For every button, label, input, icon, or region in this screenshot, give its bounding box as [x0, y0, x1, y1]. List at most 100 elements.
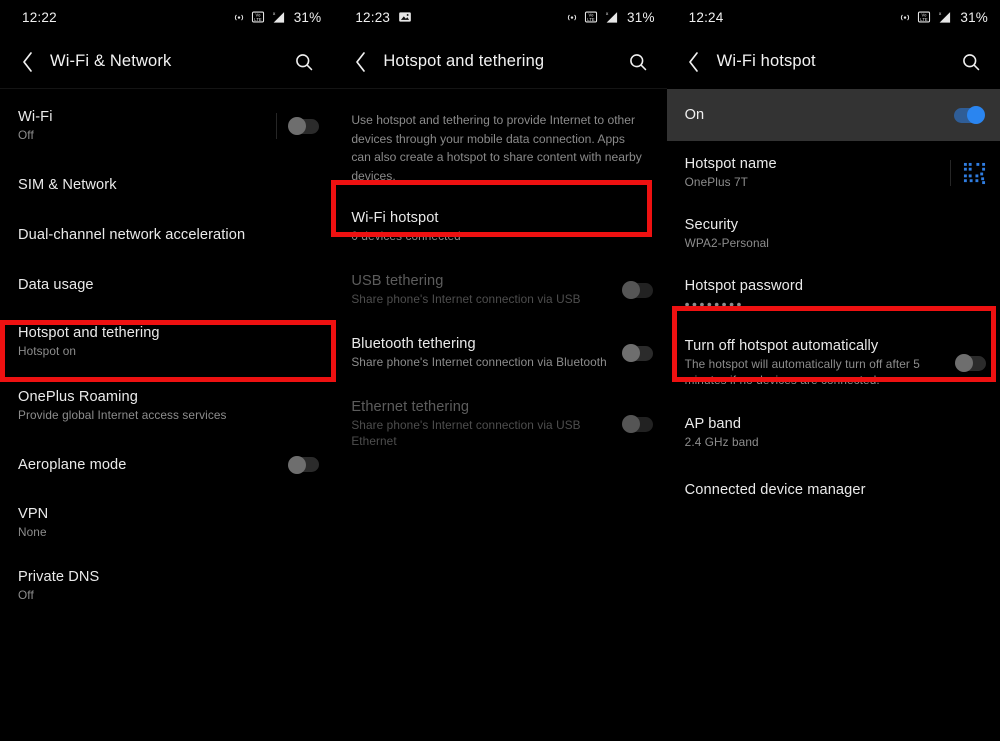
ethernet-tethering-toggle[interactable] [621, 415, 653, 434]
panel-wi-fi-hotspot: 12:24 Vo LTE x 31% Wi-Fi hotspot On Hots… [666, 0, 1000, 741]
row-subtitle: 2.4 GHz band [684, 434, 759, 449]
status-clock: 12:23 [355, 9, 391, 25]
row-vpn[interactable]: VPN None [0, 492, 333, 555]
hotspot-icon [898, 10, 912, 24]
row-security[interactable]: Security WPA2-Personal [667, 204, 1000, 265]
status-icons: Vo LTE x 31% [898, 10, 988, 25]
row-title: Bluetooth tethering [351, 335, 476, 352]
row-title: Wi-Fi [18, 109, 53, 125]
row-subtitle: OnePlus 7T [684, 175, 748, 189]
row-subtitle: None [18, 524, 47, 539]
tethering-list: Wi-Fi hotspot 0 devices connected USB te… [333, 196, 666, 464]
row-dual-channel-network-acceleration[interactable]: Dual-channel network acceleration [0, 210, 333, 260]
app-bar: Wi-Fi & Network [0, 34, 334, 89]
row-title: Security [684, 216, 739, 233]
row-ap-band[interactable]: AP band 2.4 GHz band [667, 403, 1000, 464]
hotspot-state-label: On [684, 107, 705, 123]
appbar-divider [0, 88, 334, 89]
signal-icon: x [936, 10, 953, 24]
row-title: VPN [18, 505, 49, 522]
row-title: Wi-Fi hotspot [351, 209, 439, 226]
row-subtitle: Hotspot on [18, 343, 77, 358]
row-subtitle: 0 devices connected [351, 228, 461, 243]
signal-icon: x [270, 10, 287, 24]
hotspot-settings-list: Hotspot name OnePlus 7T Security WPA2-Pe… [667, 141, 1000, 516]
row-title: OnePlus Roaming [18, 388, 138, 405]
back-icon[interactable] [681, 47, 707, 77]
svg-text:x: x [606, 12, 609, 17]
app-bar: Hotspot and tethering [333, 34, 667, 89]
row-title: Private DNS [18, 568, 100, 585]
status-icons: Vo LTE x 31% [565, 10, 655, 25]
row-wi-fi-hotspot[interactable]: Wi-Fi hotspot 0 devices connected [333, 196, 666, 259]
status-bar: 12:24 Vo LTE x 31% [667, 0, 1000, 34]
row-title: Hotspot and tethering [18, 324, 160, 341]
row-connected-device-manager[interactable]: Connected device manager [667, 464, 1000, 516]
row-aeroplane-mode[interactable]: Aeroplane mode [0, 438, 333, 492]
svg-text:LTE: LTE [921, 17, 929, 22]
row-usb-tethering[interactable]: USB tethering Share phone's Internet con… [333, 259, 666, 322]
signal-icon: x [603, 10, 620, 24]
search-icon[interactable] [956, 47, 986, 77]
back-icon[interactable] [14, 47, 40, 77]
status-icons: Vo LTE x 31% [232, 10, 322, 25]
hotspot-icon [232, 10, 246, 24]
row-turn-off-hotspot-automatically[interactable]: Turn off hotspot automatically The hotsp… [667, 324, 1000, 403]
search-icon[interactable] [623, 47, 653, 77]
row-subtitle: Off [18, 128, 34, 142]
row-subtitle: Share phone's Internet connection via Bl… [351, 354, 607, 369]
usb-tethering-toggle[interactable] [621, 281, 653, 300]
row-subtitle: Share phone's Internet connection via US… [351, 417, 581, 448]
notification-icons [398, 10, 412, 24]
panel-hotspot-and-tethering: 12:23 Vo LTE x 31% Hotspot and tethering… [333, 0, 667, 741]
row-title: SIM & Network [18, 176, 117, 193]
bluetooth-tethering-toggle[interactable] [621, 344, 653, 363]
panel-wifi-and-network: 12:22 Vo LTE x 31% Wi-Fi & Network Wi-Fi… [0, 0, 334, 741]
aeroplane-mode-toggle[interactable] [288, 455, 320, 474]
battery-percent: 31% [960, 9, 988, 25]
back-icon[interactable] [347, 47, 373, 77]
row-private-dns[interactable]: Private DNS Off [0, 555, 333, 618]
volte-icon: Vo LTE [251, 10, 265, 24]
page-title: Hotspot and tethering [383, 52, 545, 70]
status-clock: 12:24 [688, 9, 724, 25]
row-data-usage[interactable]: Data usage [0, 260, 333, 310]
row-title: AP band [684, 415, 742, 432]
wifi-toggle[interactable] [288, 117, 320, 136]
hotspot-master-toggle[interactable] [953, 106, 985, 124]
row-ethernet-tethering[interactable]: Ethernet tethering Share phone's Interne… [333, 385, 666, 464]
row-sim-and-network[interactable]: SIM & Network [0, 160, 333, 210]
hotspot-master-switch-row[interactable]: On [666, 89, 1000, 141]
row-title: Ethernet tethering [351, 398, 470, 415]
row-divider [949, 160, 951, 187]
row-title: Data usage [18, 276, 94, 293]
status-bar: 12:22 Vo LTE x 31% [0, 0, 333, 34]
row-subtitle: Off [18, 587, 34, 602]
three-screenshot-collage: 12:22 Vo LTE x 31% Wi-Fi & Network Wi-Fi… [0, 0, 1000, 741]
row-subtitle: The hotspot will automatically turn off … [684, 356, 920, 387]
settings-list: Wi-Fi Off SIM & Network Dual-channel net… [0, 89, 333, 618]
search-icon[interactable] [289, 47, 319, 77]
status-clock: 12:22 [22, 9, 57, 25]
row-hotspot-password[interactable]: Hotspot password •••••••• [667, 265, 1000, 324]
row-divider [276, 113, 278, 140]
turn-off-hotspot-automatically-toggle[interactable] [954, 354, 986, 373]
row-title: Turn off hotspot automatically [684, 337, 879, 354]
row-hotspot-and-tethering[interactable]: Hotspot and tethering Hotspot on [0, 310, 333, 375]
svg-text:LTE: LTE [254, 17, 262, 22]
row-title: Hotspot password [684, 277, 804, 294]
row-title: Dual-channel network acceleration [18, 226, 246, 243]
qr-code-icon[interactable] [963, 162, 986, 185]
page-title: Wi-Fi & Network [50, 52, 172, 70]
row-bluetooth-tethering[interactable]: Bluetooth tethering Share phone's Intern… [333, 322, 666, 385]
row-wi-fi[interactable]: Wi-Fi Off [0, 93, 333, 160]
row-subtitle: Share phone's Internet connection via US… [351, 291, 581, 306]
battery-percent: 31% [293, 9, 322, 25]
app-bar: Wi-Fi hotspot [667, 34, 1000, 89]
row-oneplus-roaming[interactable]: OnePlus Roaming Provide global Internet … [0, 375, 333, 438]
password-masked-value: •••••••• [684, 295, 744, 312]
page-title: Wi-Fi hotspot [716, 52, 816, 70]
svg-text:LTE: LTE [587, 17, 595, 22]
row-title: USB tethering [351, 272, 444, 289]
row-hotspot-name[interactable]: Hotspot name OnePlus 7T [667, 143, 1000, 204]
